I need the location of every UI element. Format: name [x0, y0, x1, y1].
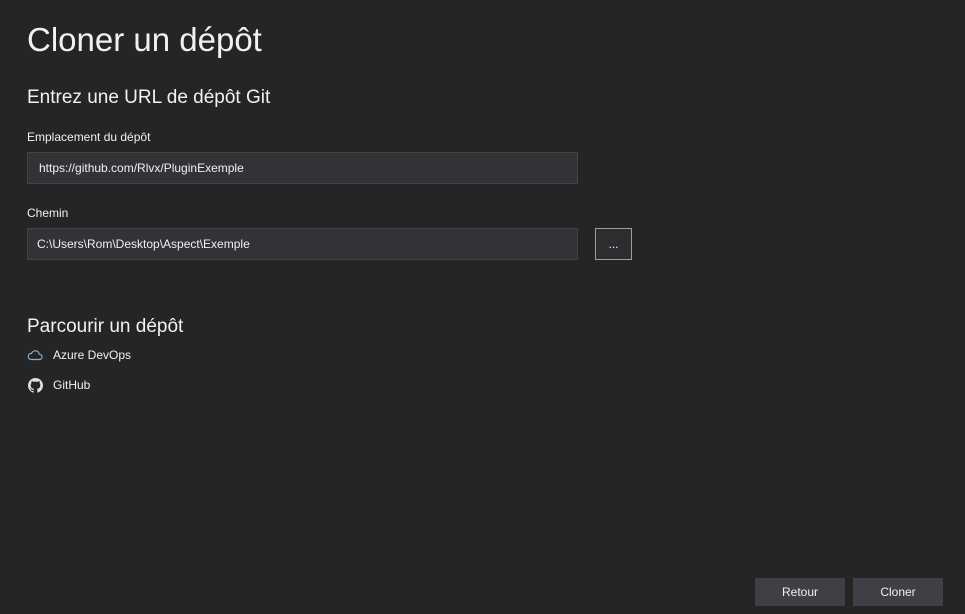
browse-item-label: GitHub	[53, 378, 91, 392]
path-input[interactable]	[27, 228, 578, 260]
github-icon	[27, 377, 43, 393]
browse-section-title: Parcourir un dépôt	[27, 316, 184, 337]
repo-location-input[interactable]	[27, 152, 578, 184]
path-label: Chemin	[27, 206, 69, 220]
repo-location-label: Emplacement du dépôt	[27, 130, 151, 144]
page-title: Cloner un dépôt	[27, 21, 262, 58]
cloud-icon	[27, 347, 43, 363]
browse-folder-button[interactable]: ...	[595, 228, 632, 260]
browse-item-azure-devops[interactable]: Azure DevOps	[27, 345, 131, 365]
browse-item-github[interactable]: GitHub	[27, 375, 90, 395]
clone-section-title: Entrez une URL de dépôt Git	[27, 87, 271, 108]
browse-item-label: Azure DevOps	[53, 348, 132, 362]
clone-button[interactable]: Cloner	[853, 578, 943, 606]
back-button[interactable]: Retour	[755, 578, 845, 606]
